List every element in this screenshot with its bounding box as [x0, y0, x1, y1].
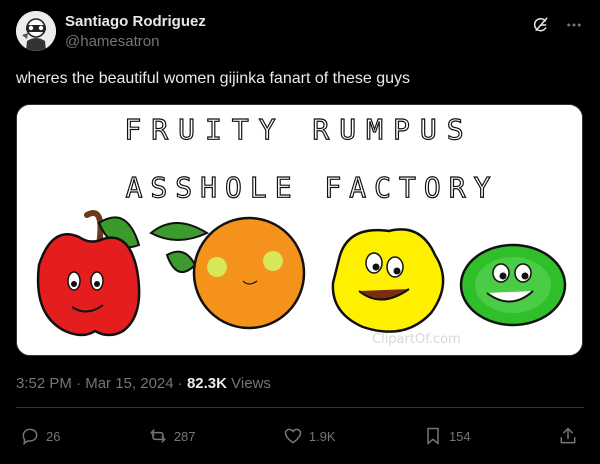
repost-icon: [148, 426, 168, 446]
image-caption-line2: ASSHOLE FACTORY: [126, 171, 499, 204]
tweet-time[interactable]: 3:52 PM: [16, 375, 72, 392]
meta-separator: ·: [76, 375, 82, 392]
action-bar: 26 287 1.9K 154: [20, 424, 578, 448]
divider: [16, 407, 584, 408]
grok-icon[interactable]: [530, 15, 550, 35]
image-watermark: ClipartOf.com: [372, 332, 461, 347]
views-label: Views: [231, 375, 271, 392]
reply-button[interactable]: 26: [20, 426, 60, 446]
repost-button[interactable]: 287: [148, 426, 196, 446]
bookmark-icon: [423, 426, 443, 446]
tweet-text: wheres the beautiful women gijinka fanar…: [16, 70, 411, 87]
tweet-header: Santiago Rodriguez @hamesatron: [16, 11, 584, 55]
share-icon: [558, 426, 578, 446]
like-count: 1.9K: [308, 428, 336, 444]
tweet-date[interactable]: Mar 15, 2024: [85, 375, 173, 392]
user-handle[interactable]: @hamesatron: [65, 33, 206, 52]
image-caption-line1: FRUITY RUMPUS: [124, 113, 473, 146]
author-names: Santiago Rodriguez @hamesatron: [65, 13, 206, 52]
like-button[interactable]: 1.9K: [283, 426, 336, 446]
avatar[interactable]: [16, 11, 56, 51]
repost-count: 287: [173, 428, 196, 444]
bookmark-button[interactable]: 154: [423, 426, 471, 446]
tweet-meta: 3:52 PM · Mar 15, 2024 · 82.3K Views: [16, 375, 271, 392]
meta-separator: ·: [177, 375, 183, 392]
tweet-card: Santiago Rodriguez @hamesatron wheres th…: [0, 0, 600, 464]
reply-count: 26: [46, 428, 61, 444]
lime-drawing: [459, 243, 567, 327]
heart-icon: [283, 426, 303, 446]
tweet-image[interactable]: FRUITY RUMPUS ASSHOLE FACTORY ClipartOf.…: [16, 104, 583, 356]
display-name[interactable]: Santiago Rodriguez: [65, 13, 206, 32]
share-button[interactable]: [558, 426, 578, 446]
views-count[interactable]: 82.3K: [187, 375, 227, 392]
more-icon[interactable]: [564, 15, 584, 35]
header-actions: [530, 15, 584, 35]
reply-icon: [20, 426, 40, 446]
bookmark-count: 154: [448, 428, 471, 444]
